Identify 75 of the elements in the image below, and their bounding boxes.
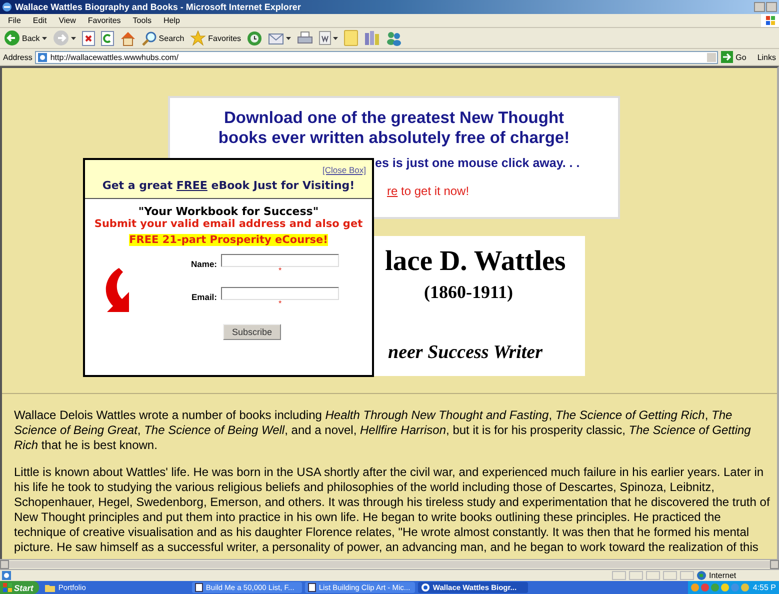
page-icon [2,571,11,580]
go-arrow-icon[interactable] [720,51,733,63]
input-field[interactable] [221,287,339,300]
close-link[interactable]: [Close Box] [322,165,366,175]
minimize-button[interactable] [754,2,765,12]
caret-icon[interactable] [286,36,292,40]
status-pane [680,571,694,580]
status-pane [612,571,626,580]
toolbar-label[interactable]: Back [22,34,40,42]
document-icon [308,583,316,592]
caret-icon[interactable] [70,36,76,40]
star-icon[interactable] [190,30,206,46]
address-field[interactable]: http://wallacewattles.wwwhubs.com/ [35,50,718,64]
menu-item[interactable]: Tools [132,16,152,25]
clock-icon[interactable] [247,30,262,46]
search-icon[interactable] [142,30,157,46]
stop-icon[interactable] [82,30,95,46]
banner-heading: books ever written absolutely free of charge! [217,128,571,148]
books-icon[interactable] [364,30,380,46]
refresh-icon[interactable] [100,30,114,46]
menu-item[interactable]: Help [163,16,180,25]
scroll-right-button[interactable] [770,560,779,569]
address-label: Address [3,52,32,62]
document-icon [194,583,203,592]
author-years: (1860-1911) [424,282,513,303]
start-button[interactable]: Start [0,581,40,594]
free-link[interactable]: FREE [176,179,208,192]
scroll-left-button[interactable] [0,560,9,569]
popup-heading: Get a great FREE eBook Just for Visiting! [101,179,356,192]
page-icon [38,52,48,62]
banner-text: es is just one mouse click away. . . [374,156,581,170]
download-link[interactable]: re [387,184,398,198]
menu-item[interactable]: Favorites [88,16,121,25]
status-pane [629,571,643,580]
links-button[interactable]: Links [757,52,776,62]
required-mark: * [278,300,282,308]
document-icon[interactable] [319,31,332,45]
zone-label: Internet [709,571,736,580]
menu-item[interactable]: File [8,16,21,25]
highlighted-offer: FREE 21-part Prosperity eCourse! [129,234,328,246]
printer-icon[interactable] [297,31,314,45]
tray-icons-drawing [690,583,751,592]
banner-text: to get it now! [400,184,470,198]
restore-button[interactable] [766,2,777,12]
home-icon[interactable] [120,30,136,46]
author-subtitle: neer Success Writer [388,342,542,364]
go-button[interactable]: Go [736,52,746,62]
windows-flag-icon [3,583,12,592]
windows-flag-icon [761,14,779,27]
caret-icon[interactable] [42,36,47,40]
status-pane [663,571,677,580]
globe-e-icon [420,583,430,592]
browser-globe-icon [2,2,12,12]
toolbar-label[interactable]: Search [158,34,184,42]
menu-item[interactable]: Edit [32,16,47,25]
field-label: Name: [190,259,217,269]
banner-heading: Download one of the greatest New Thought [222,108,566,128]
folder-icon [45,584,56,592]
clock: 4:55 P [752,583,776,592]
biography-paragraph: Wallace Delois Wattles wrote a number of books including Health Through New Thought and Fasting, The Science of Getting Rich, The Science of Being Great, The Science of Being Well, and a novel, Hellfire Harrison, but it is for his prosperity classic, The Science of Getting Rich that he is best known. [14,408,752,453]
required-mark: * [278,267,282,275]
book-title: "Your Workbook for Success" [137,205,320,218]
subscribe-button[interactable]: Subscribe [223,324,282,340]
biography-paragraph: Little is known about Wattles' life. He was born in the USA shortly after the civil war, and experienced much failure in his earlier years. Later in his life he took to studying the various religious beliefs and philosophies of the world including those of Descartes, Spinoza, Leibnitz, Schopenhauer, Hegel, Swedenborg, Emerson, and others. It was through his tireless study and experimentation that he discovered the truth of New Thought principles and put them into practice in his own life. He began to write books outlining these principles. He practiced the technique of creative visualisation and as his daughter Florence relates, "He wrote almost constantly. It was then that he formed his mental picture. He saw himself as a successful writer, a personality of power, an advancing man, and he began to work toward the realization of this [14,465,771,555]
toolbar-label[interactable]: Favorites [208,34,242,42]
field-label: Email: [190,292,217,302]
offer-text: Submit your valid email address and also get [93,218,364,230]
input-field[interactable] [221,254,339,267]
globe-icon [697,571,706,580]
menu-item[interactable]: View [58,16,76,25]
author-name: lace D. Wattles [385,246,566,278]
window-title: Wallace Wattles Biography and Books - Microsoft Internet Explorer [15,2,302,12]
caret-icon[interactable] [333,36,338,40]
status-pane [646,571,660,580]
people-icon[interactable] [386,30,402,46]
